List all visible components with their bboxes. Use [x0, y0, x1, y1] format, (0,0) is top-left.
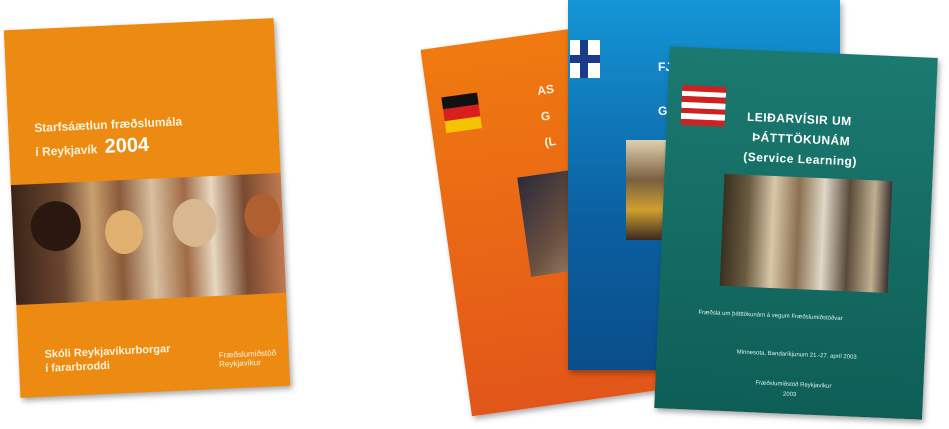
cover2-text1: AS: [536, 81, 555, 98]
cover1-title-city: í Reykjavík: [35, 142, 98, 160]
cover1-title-line1: Starfsáætlun fræðslumála: [33, 114, 183, 136]
cover4-publisher: Fræðslumiðstöð Reykjavíkur: [755, 380, 832, 390]
cover1-bottom-line1: Skóli Reykjavíkurborgar: [44, 343, 171, 361]
cover4-body: Fræðsla um þátttökunám á vegum Fræðslumi…: [698, 309, 843, 323]
cover2-title: AS G (L: [536, 82, 562, 150]
us-flag-icon: [680, 84, 727, 127]
finnish-flag-icon: [570, 40, 600, 78]
cover1-year: 2004: [104, 133, 150, 158]
cover4-photo: [719, 173, 893, 294]
cover-leidarvisir: LEIÐARVÍSIR UM ÞÁTTTÖKUNÁM (Service Lear…: [654, 46, 938, 420]
cover4-year: 2003: [782, 391, 797, 399]
cover1-publisher: Fræðslumiðstöð Reykjavíkur: [218, 348, 277, 369]
cover4-dates: Minnesota, Bandaríkjunum 21.-27. apríl 2…: [736, 349, 857, 361]
cover1-photo: [10, 172, 286, 306]
cover2-text3: (L: [543, 134, 557, 150]
german-flag-icon: [441, 92, 483, 134]
cover1-title-line2: í Reykjavík 2004: [35, 134, 150, 162]
cover2-text2: G: [540, 108, 552, 124]
cover4-title2: ÞÁTTTÖKUNÁM: [751, 130, 851, 149]
cover4-title1: LEIÐARVÍSIR UM: [746, 109, 853, 129]
cover1-bottom-line2: í fararbroddi: [44, 359, 111, 375]
cover-starfsaaetlun: Starfsáætlun fræðslumála í Reykjavík 200…: [3, 18, 291, 398]
cover4-title3: (Service Learning): [742, 149, 858, 169]
